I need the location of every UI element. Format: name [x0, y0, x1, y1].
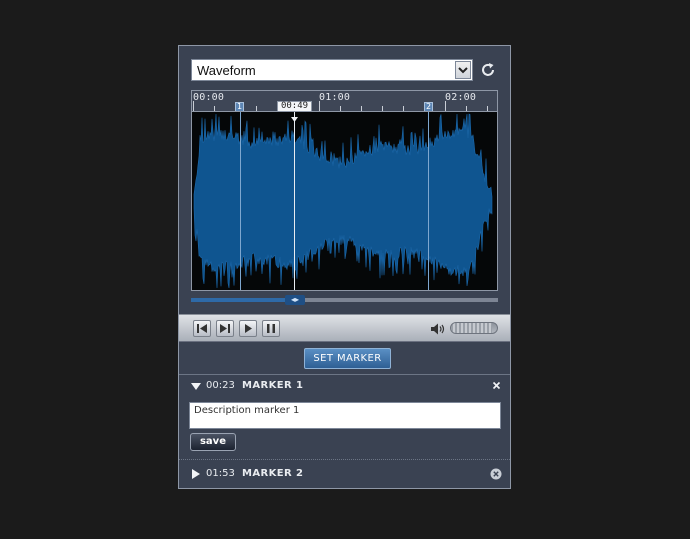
volume-icon[interactable] — [430, 321, 446, 335]
volume-level — [451, 323, 493, 333]
pause-button[interactable] — [262, 320, 280, 337]
divider — [179, 459, 510, 460]
view-mode-value: Waveform — [197, 63, 256, 78]
audio-marker-panel: Waveform 00:00 01:00 02:00 1 2 00:49 ◂▸ … — [178, 45, 511, 489]
waveform-shape — [193, 113, 493, 289]
set-marker-button[interactable]: SET MARKER — [304, 348, 391, 369]
timeline-label-2: 02:00 — [445, 92, 477, 103]
transport-bar — [179, 314, 510, 342]
waveform-canvas[interactable] — [191, 111, 498, 291]
scrollbar-fill — [191, 298, 293, 302]
skip-end-icon — [220, 324, 230, 333]
chevron-down-icon[interactable] — [455, 61, 471, 79]
skip-to-end-button[interactable] — [216, 320, 234, 337]
expanded-triangle-icon[interactable] — [191, 382, 201, 394]
skip-start-icon — [197, 324, 207, 333]
view-mode-select[interactable]: Waveform — [191, 59, 473, 81]
play-button[interactable] — [239, 320, 257, 337]
save-button[interactable]: save — [190, 433, 236, 451]
pause-icon — [267, 324, 275, 333]
marker-2-name: MARKER 2 — [242, 468, 304, 479]
playhead-handle-icon[interactable] — [291, 287, 298, 301]
marker-2-header[interactable]: 01:53 MARKER 2 — [191, 468, 502, 484]
close-icon[interactable] — [492, 381, 501, 393]
reload-icon[interactable] — [479, 61, 497, 79]
horizontal-scrollbar[interactable]: ◂▸ — [191, 295, 498, 305]
playhead-top-handle-icon[interactable] — [291, 108, 298, 122]
marker-1-name: MARKER 1 — [242, 380, 304, 391]
marker-1-description-input[interactable]: Description marker 1 — [189, 402, 501, 429]
timeline-label-1: 01:00 — [319, 92, 351, 103]
volume-slider[interactable] — [450, 322, 498, 334]
divider — [179, 374, 510, 375]
collapsed-triangle-icon[interactable] — [192, 469, 200, 482]
marker-1-time: 00:23 — [206, 380, 235, 391]
play-icon — [245, 324, 252, 333]
skip-to-start-button[interactable] — [193, 320, 211, 337]
marker-1-header[interactable]: 00:23 MARKER 1 — [191, 380, 501, 396]
marker-2-time: 01:53 — [206, 468, 235, 479]
close-circle-icon[interactable] — [490, 468, 502, 483]
scrollbar-thumb[interactable]: ◂▸ — [285, 295, 305, 305]
timeline-label-0: 00:00 — [193, 92, 225, 103]
